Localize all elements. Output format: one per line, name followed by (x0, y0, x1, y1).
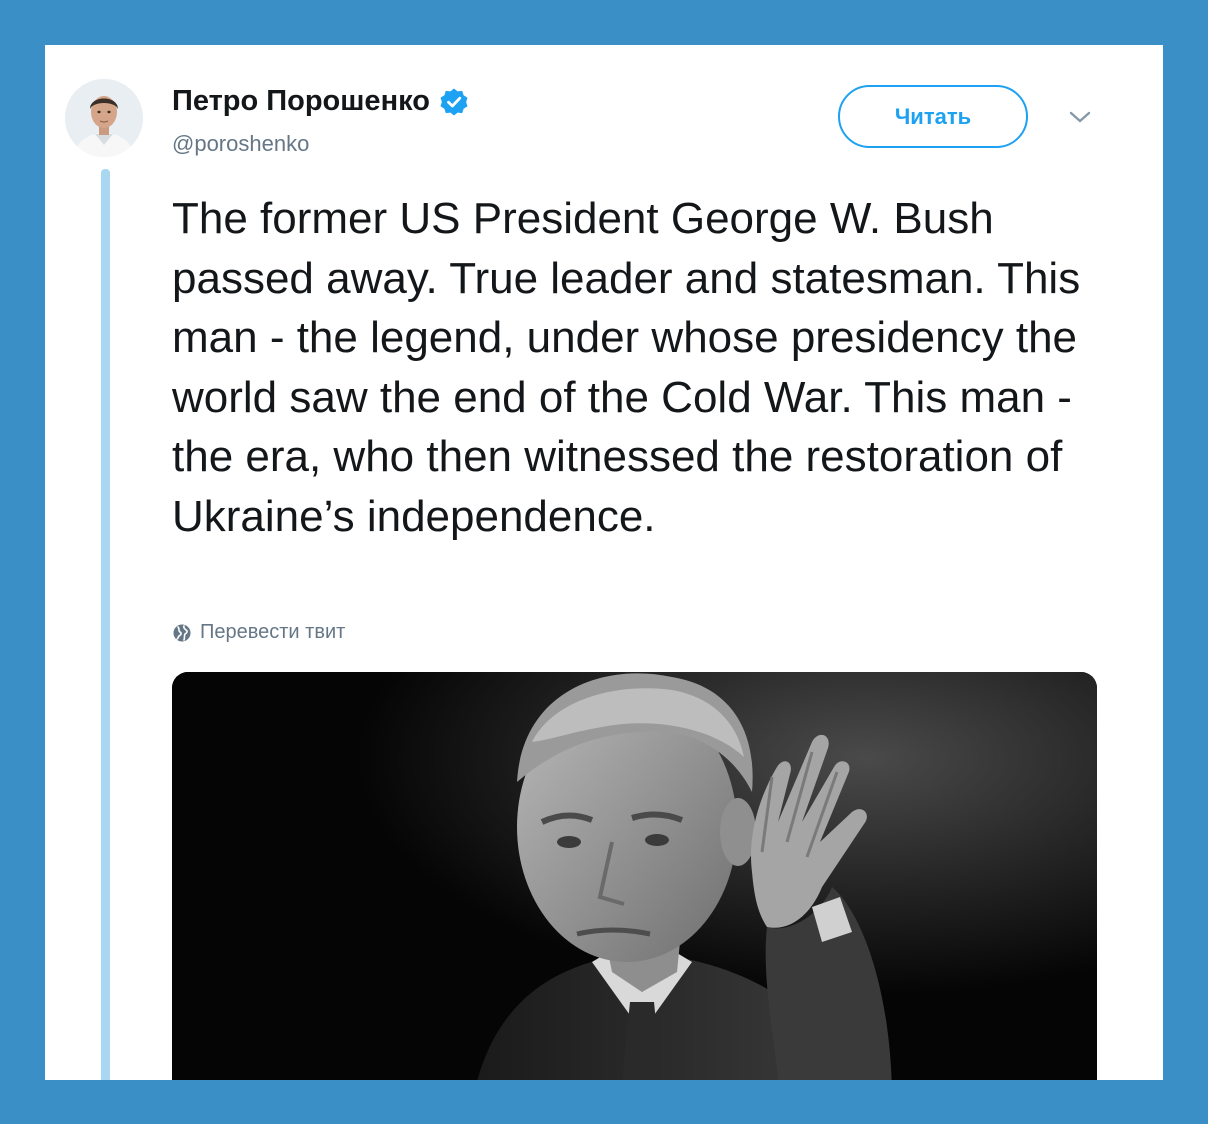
display-name[interactable]: Петро Порошенко (172, 85, 430, 118)
thread-line (101, 169, 110, 1080)
verified-badge-icon (439, 87, 469, 117)
translate-label[interactable]: Перевести твит (200, 621, 345, 644)
portrait-photo (172, 672, 1097, 1080)
tweet-text: The former US President George W. Bush p… (172, 194, 1081, 541)
follow-button[interactable]: Читать (838, 85, 1028, 148)
author-name-row[interactable]: Петро Порошенко (172, 85, 469, 118)
globe-icon (173, 624, 191, 641)
chevron-down-icon[interactable] (1068, 109, 1092, 125)
tweet-photo[interactable] (172, 672, 1097, 1080)
translate-tweet-link[interactable]: Перевести твит (172, 621, 345, 644)
avatar[interactable] (65, 79, 143, 157)
tweet-card: Петро Порошенко @poroshenko Читать The f… (45, 45, 1163, 1080)
user-handle[interactable]: @poroshenko (172, 131, 309, 157)
avatar-photo (65, 79, 143, 157)
